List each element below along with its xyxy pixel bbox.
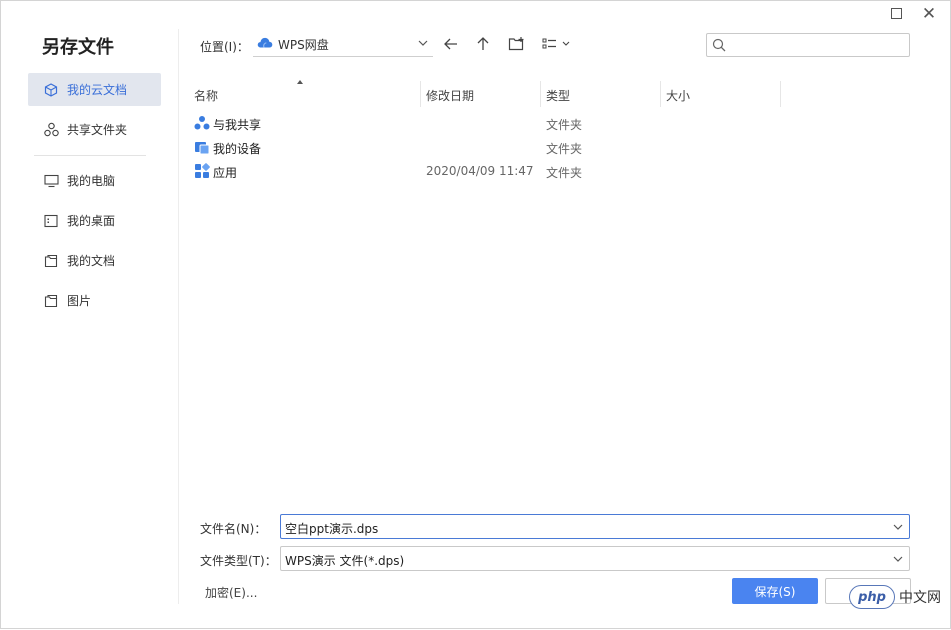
table-row[interactable]: 与我共享 文件夹 [191, 112, 781, 134]
filetype-value: WPS演示 文件(*.dps) [285, 554, 405, 568]
table-row[interactable]: 我的设备 文件夹 [191, 136, 781, 158]
watermark: php 中文网 [849, 585, 949, 609]
arrow-up-icon [477, 37, 489, 50]
row-type: 文件夹 [546, 142, 583, 156]
arrow-left-icon [444, 38, 457, 50]
computer-icon [43, 173, 59, 189]
sidebar-item-label: 图片 [67, 294, 92, 308]
column-header-date[interactable]: 修改日期 [426, 87, 474, 104]
table-row[interactable]: 应用 2020/04/09 11:47 文件夹 [191, 160, 781, 182]
filename-value: 空白ppt演示.dps [285, 522, 379, 536]
sidebar-item-label: 我的云文档 [67, 83, 128, 97]
chevron-down-icon[interactable] [892, 521, 904, 536]
chevron-down-icon [417, 37, 429, 52]
column-separator[interactable] [780, 81, 781, 107]
sidebar-item-computer[interactable]: 我的电脑 [28, 164, 161, 197]
filetype-select[interactable]: WPS演示 文件(*.dps) [280, 546, 910, 571]
location-dropdown[interactable]: WPS网盘 [253, 32, 433, 57]
maximize-icon[interactable] [891, 8, 902, 19]
sidebar-item-label: 我的电脑 [67, 174, 116, 188]
column-header-type[interactable]: 类型 [546, 87, 570, 104]
location-value: WPS网盘 [278, 37, 329, 52]
back-button[interactable] [441, 34, 461, 54]
column-separator[interactable] [540, 81, 541, 107]
cloud-drive-icon [257, 37, 273, 51]
row-date: 2020/04/09 11:47 [426, 164, 534, 178]
column-separator[interactable] [660, 81, 661, 107]
list-view-icon [542, 38, 570, 49]
up-button[interactable] [473, 34, 493, 54]
sidebar: 另存文件 我的云文档 共享文件夹 我的电脑 我的桌面 我的文档 图片 [1, 1, 179, 630]
search-icon [712, 38, 726, 55]
chevron-down-icon [892, 553, 904, 568]
filename-field[interactable]: 空白ppt演示.dps [280, 514, 910, 539]
filetype-label: 文件类型(T)： [200, 554, 277, 568]
watermark-text: 中文网 [899, 590, 941, 606]
sidebar-item-desktop[interactable]: 我的桌面 [28, 204, 161, 237]
sidebar-border [178, 29, 179, 604]
php-logo: php [849, 585, 895, 609]
shared-with-me-icon [194, 115, 210, 131]
row-name: 应用 [213, 166, 238, 180]
column-separator[interactable] [420, 81, 421, 107]
row-type: 文件夹 [546, 118, 583, 132]
save-button[interactable]: 保存(S) [732, 578, 818, 604]
sort-ascending-icon [297, 80, 303, 84]
row-name: 与我共享 [213, 118, 262, 132]
pictures-icon [43, 293, 59, 309]
row-type: 文件夹 [546, 166, 583, 180]
sidebar-divider [34, 155, 146, 156]
apps-icon [194, 163, 210, 179]
search-box[interactable] [706, 33, 910, 57]
encrypt-link[interactable]: 加密(E)... [205, 584, 257, 601]
sidebar-item-label: 我的文档 [67, 254, 116, 268]
cloud-doc-icon [43, 82, 59, 98]
sidebar-item-pictures[interactable]: 图片 [28, 284, 161, 317]
documents-icon [43, 253, 59, 269]
sidebar-item-label: 我的桌面 [67, 214, 116, 228]
share-folder-icon [43, 122, 59, 138]
new-folder-icon [508, 37, 523, 51]
column-header-name[interactable]: 名称 [194, 87, 218, 104]
filename-label: 文件名(N)： [200, 522, 267, 536]
sidebar-item-cloud-docs[interactable]: 我的云文档 [28, 73, 161, 106]
save-as-dialog: ✕ 另存文件 我的云文档 共享文件夹 我的电脑 我的桌面 我的文档 图片 位置(… [0, 0, 951, 629]
sidebar-item-label: 共享文件夹 [67, 123, 128, 137]
desktop-icon [43, 213, 59, 229]
column-header-size[interactable]: 大小 [666, 87, 690, 104]
new-folder-button[interactable] [506, 34, 526, 54]
location-label: 位置(I)： [200, 40, 249, 54]
close-icon[interactable]: ✕ [919, 4, 939, 24]
sidebar-item-documents[interactable]: 我的文档 [28, 244, 161, 277]
dialog-title: 另存文件 [42, 37, 114, 58]
row-name: 我的设备 [213, 142, 262, 156]
view-mode-button[interactable] [541, 34, 573, 54]
sidebar-item-shared-folders[interactable]: 共享文件夹 [28, 113, 161, 146]
search-input[interactable] [731, 36, 903, 54]
my-devices-icon [194, 139, 210, 155]
